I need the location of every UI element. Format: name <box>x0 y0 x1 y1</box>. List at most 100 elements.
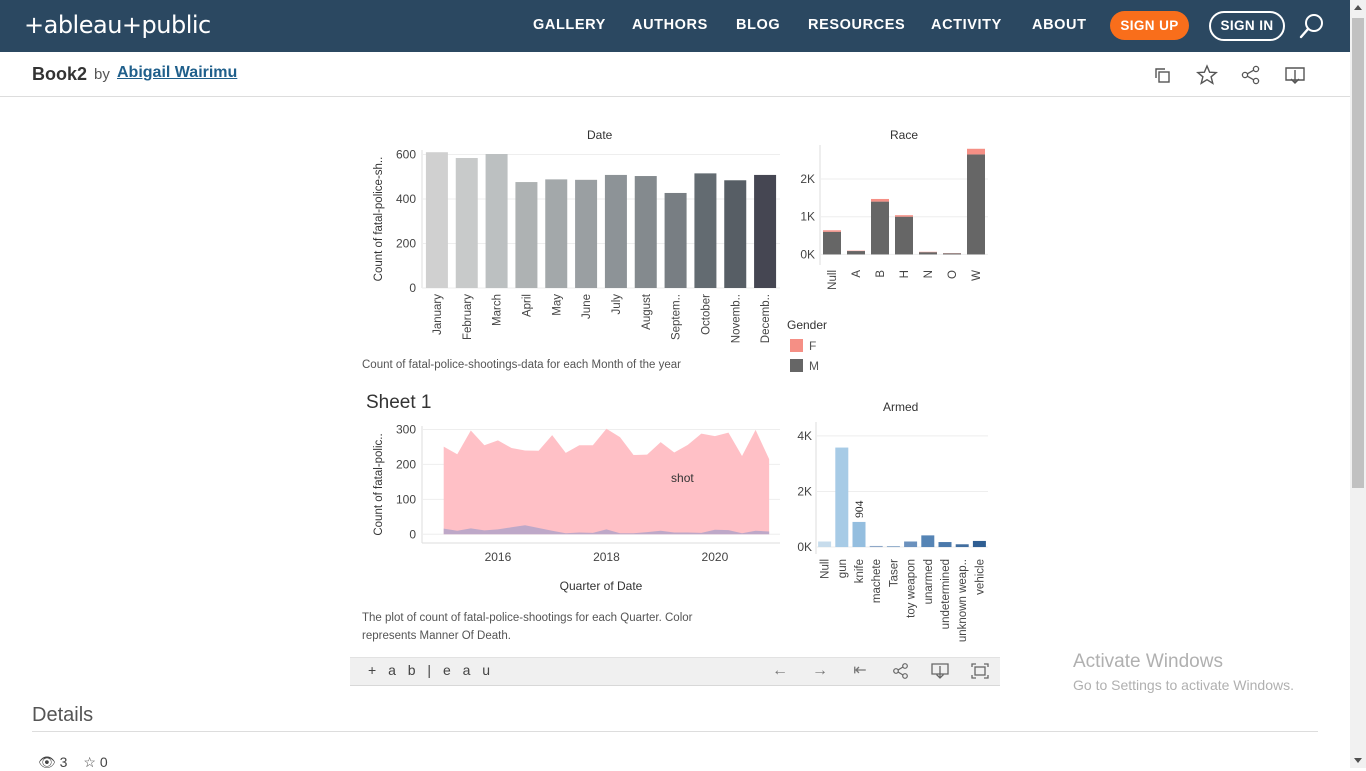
armed-chart-x-tick-label: unarmed <box>923 559 935 604</box>
date-bar-october <box>694 173 716 288</box>
nav-gallery[interactable]: GALLERY <box>533 17 606 33</box>
nav-authors[interactable]: AUTHORS <box>632 17 708 33</box>
race-bar-m-null <box>823 232 841 255</box>
fullscreen-icon[interactable] <box>970 661 990 681</box>
date-chart-x-tick-label: May <box>551 294 563 316</box>
viz-stats: 👁 3 ☆ 0 <box>38 754 108 771</box>
scroll-up-arrow[interactable] <box>1354 5 1362 10</box>
revert-icon[interactable]: ⇤ <box>850 661 870 681</box>
armed-bar-taser <box>887 546 900 547</box>
toolbar-share-icon[interactable] <box>891 661 911 681</box>
date-chart-y-tick-label: 600 <box>396 147 416 161</box>
race-bar-f-h <box>895 215 913 217</box>
armed-chart-x-tick-label: gun <box>837 559 849 578</box>
armed-chart[interactable]: 0K2K4KNullgunknife904macheteTasertoy wea… <box>790 412 1000 647</box>
armed-knife-data-label: 904 <box>854 500 866 518</box>
undo-icon[interactable]: ← <box>770 661 790 681</box>
date-chart-x-tick-label: August <box>641 293 653 330</box>
details-divider <box>32 731 1318 732</box>
date-bar-february <box>456 158 478 288</box>
date-chart-x-tick-label: April <box>521 294 533 317</box>
tableau-public-logo[interactable]: +ableau+public <box>24 11 211 39</box>
nav-resources[interactable]: RESOURCES <box>808 17 905 33</box>
tableau-toolbar-logo[interactable]: + a b | e a u <box>368 662 494 678</box>
area-chart-y-tick-label: 300 <box>396 422 416 436</box>
area-chart-x-tick-label: 2018 <box>593 550 620 564</box>
share-icon[interactable] <box>1240 64 1262 86</box>
scrollbar-thumb[interactable] <box>1352 18 1364 488</box>
armed-bar-machete <box>870 546 883 547</box>
race-bar-m-n <box>919 252 937 254</box>
area-chart-y-axis-label: Count of fatal-polic.. <box>373 433 385 535</box>
race-chart-y-tick-label: 0K <box>800 247 815 261</box>
copy-icon[interactable] <box>1152 64 1174 86</box>
date-chart-x-tick-label: June <box>581 294 593 319</box>
armed-chart-x-tick-label: Taser <box>888 559 900 587</box>
armed-bar-toyweapon <box>904 541 917 547</box>
date-chart-y-tick-label: 400 <box>396 192 416 206</box>
date-chart-y-tick-label: 0 <box>409 281 416 295</box>
date-bar-may <box>545 179 567 288</box>
date-chart-x-tick-label: July <box>611 294 623 315</box>
date-bar-june <box>575 180 597 288</box>
page-scrollbar[interactable] <box>1350 0 1366 768</box>
armed-bar-gun <box>835 448 848 547</box>
activate-windows-title: Activate Windows <box>1073 651 1223 673</box>
author-link[interactable]: Abigail Wairimu <box>117 64 237 82</box>
viz-title: Book2 <box>32 64 87 85</box>
armed-chart-x-tick-label: unknown weap.. <box>957 559 969 642</box>
viz-dashboard: Date 0200400600Count of fatal-police-sh.… <box>350 110 1000 685</box>
details-heading: Details <box>32 704 93 727</box>
area-chart-y-tick-label: 100 <box>396 492 416 506</box>
race-bar-m-b <box>871 202 889 255</box>
armed-chart-x-tick-label: vehicle <box>974 559 986 595</box>
scroll-down-arrow[interactable] <box>1354 758 1362 763</box>
armed-chart-x-tick-label: toy weapon <box>906 559 918 618</box>
date-chart-y-axis-label: Count of fatal-police-sh.. <box>373 157 385 282</box>
race-bar-m-w <box>967 154 985 254</box>
armed-chart-y-tick-label: 4K <box>797 429 812 443</box>
legend-label-f: F <box>809 339 816 353</box>
date-bar-april <box>515 182 537 288</box>
race-chart-y-tick-label: 2K <box>800 172 815 186</box>
download-icon[interactable] <box>1284 64 1306 86</box>
toolbar-download-icon[interactable] <box>930 661 950 681</box>
date-chart-x-tick-label: Novemb.. <box>730 294 742 343</box>
sign-up-button[interactable]: SIGN UP <box>1110 11 1189 40</box>
date-bar-march <box>486 154 508 288</box>
area-annotation-shot: shot <box>671 471 694 485</box>
nav-about[interactable]: ABOUT <box>1032 17 1087 33</box>
area-series-shot <box>444 429 769 534</box>
sheet1-area-chart[interactable]: 0100200300201620182020shotCount of fatal… <box>350 418 790 598</box>
race-bar-f-b <box>871 199 889 202</box>
armed-chart-y-tick-label: 0K <box>797 540 812 554</box>
race-chart[interactable]: 0K1K2KNullABHNOW <box>790 140 1000 300</box>
date-chart-x-tick-label: March <box>492 294 504 326</box>
legend-item-m[interactable]: M <box>790 359 819 373</box>
sheet1-caption-line1: The plot of count of fatal-police-shooti… <box>362 609 693 627</box>
search-icon[interactable] <box>1298 12 1326 40</box>
legend-swatch-m <box>790 359 803 372</box>
race-chart-x-tick-label: N <box>923 270 935 278</box>
date-chart-x-tick-label: Septem.. <box>671 294 683 340</box>
race-bar-m-h <box>895 217 913 255</box>
sheet1-caption-line2: represents Manner Of Death. <box>362 627 511 645</box>
date-chart-y-tick-label: 200 <box>396 236 416 250</box>
race-chart-x-tick-label: O <box>947 270 959 279</box>
area-chart-y-tick-label: 0 <box>409 527 416 541</box>
area-chart-x-axis-label: Quarter of Date <box>560 579 643 593</box>
armed-bar-null <box>818 541 831 547</box>
date-chart[interactable]: 0200400600Count of fatal-police-sh..Janu… <box>350 140 790 355</box>
race-chart-x-tick-label: W <box>971 270 983 281</box>
date-chart-x-tick-label: Decemb.. <box>760 294 772 343</box>
nav-blog[interactable]: BLOG <box>736 17 780 33</box>
top-nav-bar: +ableau+public GALLERY AUTHORS BLOG RESO… <box>0 0 1350 52</box>
sign-in-button[interactable]: SIGN IN <box>1209 11 1285 41</box>
legend-swatch-f <box>790 339 803 352</box>
star-icon[interactable] <box>1196 64 1218 86</box>
viz-toolbar: + a b | e a u ← → ⇤ <box>350 657 1000 686</box>
nav-activity[interactable]: ACTIVITY <box>931 17 1002 33</box>
date-bar-septem <box>665 193 687 288</box>
legend-item-f[interactable]: F <box>790 339 816 353</box>
redo-icon[interactable]: → <box>810 661 830 681</box>
